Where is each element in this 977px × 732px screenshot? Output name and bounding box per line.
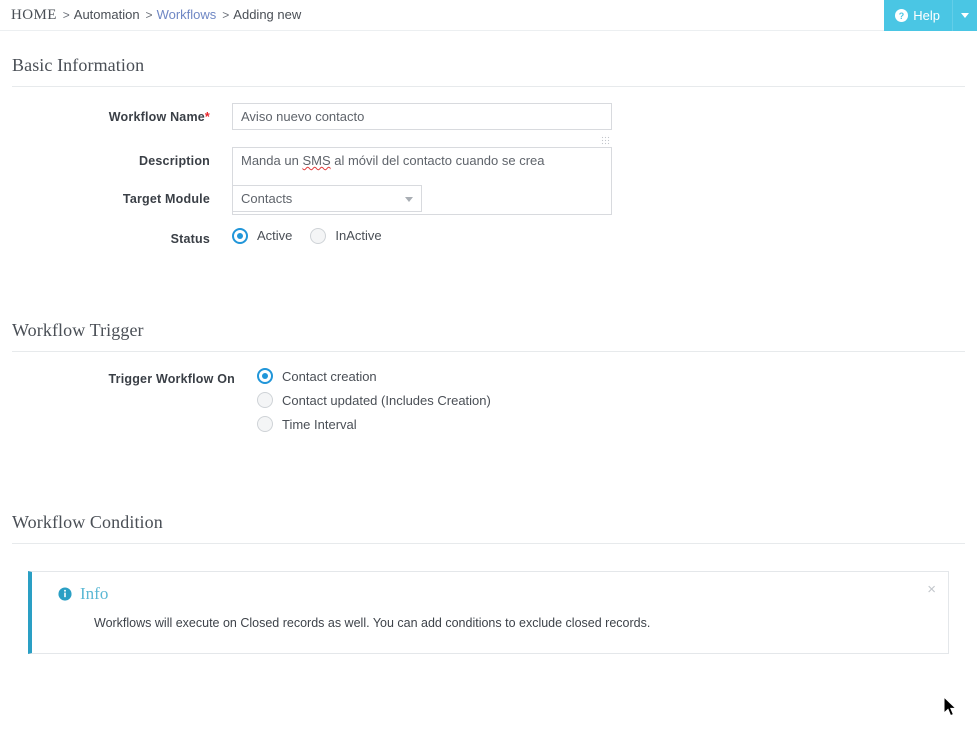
section-title-workflow-trigger: Workflow Trigger	[0, 320, 977, 341]
question-circle-icon: ?	[895, 9, 908, 22]
radio-indicator-contact-updated[interactable]	[257, 392, 273, 408]
info-alert: Info Workflows will execute on Closed re…	[28, 571, 949, 654]
trigger-workflow-on-radio-group: Contact creation Contact updated (Includ…	[257, 368, 491, 440]
trigger-radio-contact-creation[interactable]: Contact creation	[257, 368, 491, 384]
trigger-radio-contact-creation-label: Contact creation	[282, 370, 377, 383]
description-label: Description	[0, 147, 232, 168]
required-asterisk: *	[205, 110, 210, 124]
help-button-label: Help	[913, 8, 940, 23]
status-radio-inactive[interactable]: InActive	[310, 228, 381, 244]
page-content: Basic Information Workflow Name* Descrip…	[0, 31, 977, 654]
form-row-status: Status Active InActive	[0, 228, 977, 246]
target-module-selected-value: Contacts	[241, 191, 292, 206]
help-button[interactable]: ? Help	[884, 0, 952, 31]
radio-indicator-inactive[interactable]	[310, 228, 326, 244]
close-icon[interactable]: ×	[927, 582, 936, 597]
breadcrumb-item-workflows[interactable]: Workflows	[157, 7, 217, 22]
workflow-name-input[interactable]	[232, 103, 612, 130]
info-alert-message: Workflows will execute on Closed records…	[94, 616, 934, 630]
breadcrumb-home[interactable]: HOME	[11, 7, 57, 24]
breadcrumb-item-automation[interactable]: Automation	[74, 7, 140, 22]
status-label: Status	[0, 228, 232, 246]
caret-down-icon	[405, 197, 413, 202]
description-text-before: Manda un	[241, 153, 302, 168]
breadcrumb-separator: >	[222, 8, 229, 22]
breadcrumb-separator: >	[146, 8, 153, 22]
workflow-name-label: Workflow Name*	[0, 103, 232, 124]
radio-indicator-time-interval[interactable]	[257, 416, 273, 432]
trigger-workflow-on-label: Trigger Workflow On	[0, 368, 257, 386]
mouse-cursor	[944, 697, 960, 724]
breadcrumb-separator: >	[63, 8, 70, 22]
svg-text:?: ?	[899, 11, 904, 21]
form-row-description: Description Manda un SMS al móvil del co…	[0, 147, 977, 168]
trigger-radio-contact-updated[interactable]: Contact updated (Includes Creation)	[257, 392, 491, 408]
help-group: ? Help	[884, 0, 977, 31]
trigger-radio-contact-updated-label: Contact updated (Includes Creation)	[282, 394, 491, 407]
target-module-label: Target Module	[0, 185, 232, 206]
trigger-radio-time-interval-label: Time Interval	[282, 418, 357, 431]
radio-indicator-contact-creation[interactable]	[257, 368, 273, 384]
chevron-down-icon	[961, 13, 969, 18]
description-text-misspelled: SMS	[302, 153, 330, 168]
description-text-after: al móvil del contacto cuando se crea	[331, 153, 545, 168]
form-row-trigger-workflow-on: Trigger Workflow On Contact creation Con…	[0, 368, 977, 440]
breadcrumb: HOME > Automation > Workflows > Adding n…	[0, 7, 301, 24]
form-row-workflow-name: Workflow Name*	[0, 103, 977, 130]
status-radio-active[interactable]: Active	[232, 228, 292, 244]
radio-indicator-active[interactable]	[232, 228, 248, 244]
status-radio-group: Active InActive	[232, 228, 400, 244]
section-title-workflow-condition: Workflow Condition	[0, 512, 977, 533]
target-module-select[interactable]: Contacts	[232, 185, 422, 212]
trigger-radio-time-interval[interactable]: Time Interval	[257, 416, 491, 432]
status-radio-active-label: Active	[257, 229, 292, 242]
textarea-resize-handle[interactable]	[600, 135, 610, 145]
info-alert-header: Info	[58, 584, 934, 604]
info-alert-title: Info	[80, 584, 108, 604]
top-navigation-bar: HOME > Automation > Workflows > Adding n…	[0, 0, 977, 31]
section-title-basic-information: Basic Information	[0, 55, 977, 76]
info-circle-icon	[58, 587, 72, 601]
breadcrumb-item-adding-new: Adding new	[233, 7, 301, 22]
help-dropdown-toggle[interactable]	[952, 0, 977, 31]
status-radio-inactive-label: InActive	[335, 229, 381, 242]
